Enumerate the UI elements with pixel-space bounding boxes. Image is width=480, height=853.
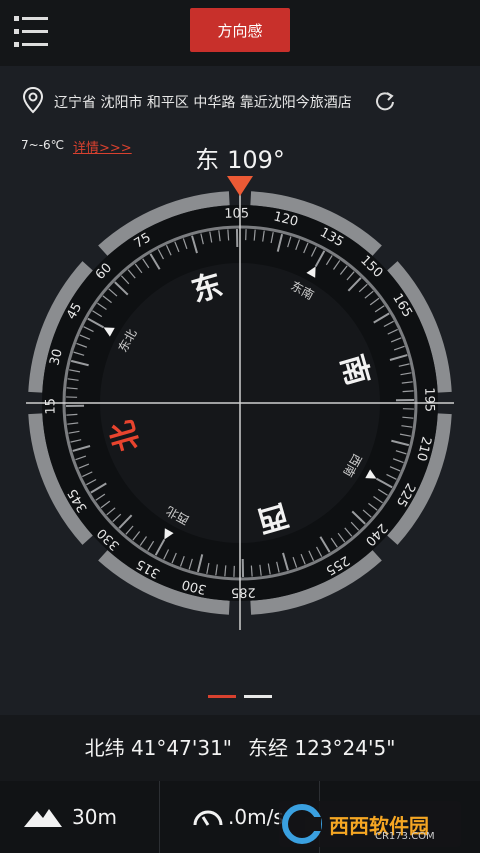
page-indicator [208, 695, 272, 698]
heading-needle-icon [227, 176, 253, 196]
tick-mark [66, 413, 78, 416]
compass-dial: 1530456075105 120135150165195210225240255… [26, 176, 454, 630]
page-dot[interactable] [244, 695, 272, 698]
altitude-stat: 30m [24, 781, 117, 853]
watermark-logo-icon [282, 804, 322, 844]
altitude-value: 30m [72, 805, 117, 829]
tick-mark [227, 229, 230, 241]
degree-label: 195 [421, 387, 436, 412]
heading-direction: 东 [195, 146, 220, 174]
longitude-text: 东经 123°24'5" [248, 736, 396, 760]
speed-value: .0m/s [228, 805, 284, 829]
watermark-site: CR173.COM [375, 831, 435, 842]
mountain-icon [24, 809, 62, 827]
latitude-text: 北纬 41°47'31" [84, 736, 232, 760]
footer-divider [159, 781, 160, 853]
degree-label: 285 [231, 584, 256, 599]
degree-label: 105 [224, 206, 249, 221]
speedometer-icon [193, 810, 223, 826]
page-dot-active[interactable] [208, 695, 236, 698]
heading-degrees: 109° [227, 146, 285, 174]
menu-icon[interactable] [14, 15, 48, 49]
tick-mark [402, 390, 414, 393]
refresh-icon[interactable] [374, 90, 396, 112]
coordinates-bar: 北纬 41°47'31" 东经 123°24'5" [0, 715, 480, 781]
heading-readout: 东 109° [0, 140, 480, 175]
location-pin-icon [22, 86, 44, 114]
tick-mark [250, 565, 253, 577]
speed-stat: .0m/s [192, 781, 284, 853]
direction-mode-button[interactable]: 方向感 [190, 8, 290, 52]
watermark: 西西软件园 CR173.COM [279, 801, 461, 847]
degree-label: 15 [43, 398, 58, 415]
address-text: 辽宁省 沈阳市 和平区 中华路 靠近沈阳今旅酒店 [54, 95, 352, 111]
